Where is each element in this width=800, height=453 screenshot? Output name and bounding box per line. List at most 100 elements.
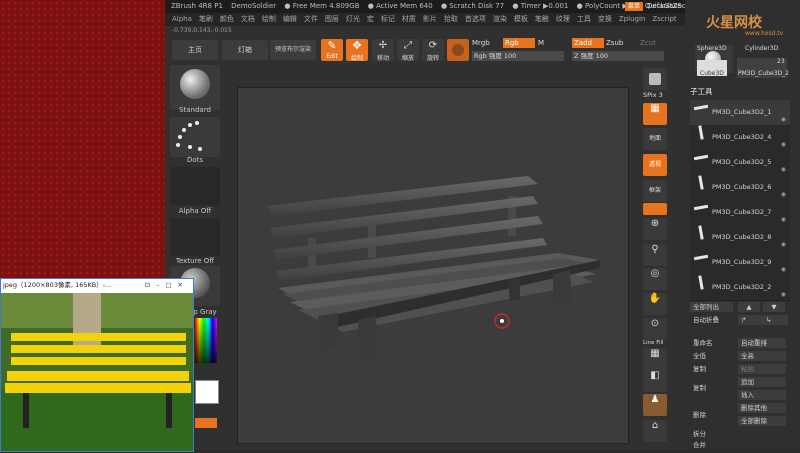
menu-item[interactable]: 模板 (514, 15, 528, 23)
z-intensity-slider[interactable]: Z 强度 100 (572, 51, 664, 61)
delete-all-button[interactable]: 全部删除 (738, 416, 786, 426)
xpose-button[interactable]: ⌂ (643, 420, 667, 442)
subtool-item[interactable]: PM3D_Cube3D2_9 ◉ (690, 250, 790, 276)
persp-button[interactable]: 透视 (643, 154, 667, 176)
transp-button[interactable]: ◧ (643, 370, 667, 392)
menu-item[interactable]: 颜色 (220, 15, 234, 23)
zoom-button[interactable]: ⚲ (643, 244, 667, 266)
image-viewer-window[interactable]: jpeg（1200×803像素, 165KB）-... ⊡–□✕ (0, 278, 194, 452)
rename-button[interactable]: 重命名 (690, 338, 738, 348)
scale-view-button[interactable]: ⊙ (643, 318, 667, 340)
auto-reorder-button[interactable]: 自动重排 (738, 338, 786, 348)
visibility-eye-icon[interactable]: ◉ (781, 141, 786, 148)
all-low-button[interactable]: 全低 (690, 351, 738, 361)
floor-button[interactable]: 地面 (643, 128, 667, 150)
delete-button[interactable]: 删除 (690, 410, 738, 420)
split-button[interactable]: 拆分 (690, 429, 738, 439)
visibility-eye-icon[interactable]: ◉ (781, 116, 786, 123)
move-button[interactable]: ✢ 移动 (372, 39, 394, 62)
texture-selector[interactable] (170, 218, 220, 256)
polyf-button[interactable]: ▦ (643, 348, 667, 370)
main-color-swatch[interactable] (195, 380, 219, 404)
append-button[interactable]: 追加 (738, 377, 786, 387)
preview-bpr-button[interactable]: 预览布尔渲染 (270, 40, 316, 60)
menu-item[interactable]: Alpha (172, 15, 192, 23)
menu-button[interactable]: 菜单 (625, 2, 643, 11)
edit-button[interactable]: ✎ Edit (321, 39, 343, 61)
material-swatch[interactable] (447, 39, 469, 61)
menu-item[interactable]: 纹理 (556, 15, 570, 23)
zcut-toggle[interactable]: Zcut (640, 39, 656, 47)
lightbox-button[interactable]: 灯箱 (222, 40, 268, 60)
subtool-item[interactable]: PM3D_Cube3D2_1 ◉ (690, 100, 790, 126)
mrgb-toggle[interactable]: Mrgb (472, 39, 490, 47)
menu-item[interactable]: Zscript (652, 15, 676, 23)
rotate-button[interactable]: ⟳ 旋转 (422, 39, 444, 62)
brush-selector[interactable] (170, 65, 220, 110)
subtool-item[interactable]: PM3D_Cube3D2_8 ◉ (690, 225, 790, 251)
menu-item[interactable]: 文件 (304, 15, 318, 23)
insert-button[interactable]: 插入 (738, 390, 786, 400)
menu-item[interactable]: 文档 (241, 15, 255, 23)
paste-button[interactable]: 粘贴 (738, 364, 786, 374)
menu-item[interactable]: 工具 (577, 15, 591, 23)
xyz-button[interactable]: ⊕ (643, 218, 667, 240)
menu-item[interactable]: 渲染 (493, 15, 507, 23)
solo-button[interactable]: ♟ (643, 394, 667, 416)
duplicate-button[interactable]: 复制 (690, 383, 738, 393)
menu-item[interactable]: 灯光 (346, 15, 360, 23)
subtool-item[interactable]: PM3D_Cube3D2_6 ◉ (690, 175, 790, 201)
menu-item[interactable]: 绘制 (262, 15, 276, 23)
viewer-fit-icon[interactable]: ⊡ (145, 281, 156, 289)
subtool-item[interactable]: PM3D_Cube3D2_5 ◉ (690, 150, 790, 176)
move-view-button[interactable]: ✋ (643, 293, 667, 315)
visibility-eye-icon[interactable]: ◉ (781, 291, 786, 298)
visibility-eye-icon[interactable]: ◉ (781, 216, 786, 223)
local-button[interactable] (643, 203, 667, 215)
scale-button[interactable]: ⤢ 缩放 (397, 39, 419, 62)
bpr-button[interactable]: ▦ (643, 103, 667, 125)
zsub-toggle[interactable]: Zsub (606, 39, 623, 47)
draw-button[interactable]: ✥ 绘制 (346, 39, 368, 62)
menu-item[interactable]: 宏 (367, 15, 374, 23)
visibility-eye-icon[interactable]: ◉ (781, 166, 786, 173)
viewer-close-icon[interactable]: ✕ (178, 281, 189, 289)
subtool-item[interactable]: PM3D_Cube3D2_2 ◉ (690, 275, 790, 301)
copy-button[interactable]: 复制 (690, 364, 738, 374)
menu-item[interactable]: Zplugin (619, 15, 645, 23)
move-up-button[interactable]: ▲ (738, 302, 760, 312)
spix-button[interactable] (643, 68, 667, 90)
auto-collapse-button[interactable]: 自动折叠 (690, 315, 733, 325)
menu-item[interactable]: 影片 (423, 15, 437, 23)
menu-item[interactable]: 笔触 (535, 15, 549, 23)
list-all-button[interactable]: 全部列出 (690, 302, 733, 312)
menu-item[interactable]: 笔刷 (199, 15, 213, 23)
merge-button[interactable]: 合并 (690, 440, 738, 450)
color-picker[interactable] (195, 318, 217, 363)
zadd-toggle[interactable]: Zadd (572, 38, 604, 48)
arrow-right-down-button[interactable]: ↳ (763, 315, 788, 325)
menu-item[interactable]: 变换 (598, 15, 612, 23)
visibility-eye-icon[interactable]: ◉ (781, 241, 786, 248)
switch-color-button[interactable] (195, 418, 217, 428)
home-button[interactable]: 主页 (172, 40, 218, 60)
viewer-minimize-icon[interactable]: – (156, 281, 165, 289)
visibility-eye-icon[interactable]: ◉ (781, 266, 786, 273)
frame-button[interactable]: 框架 (643, 180, 667, 202)
menu-item[interactable]: 首选项 (465, 15, 486, 23)
alpha-selector[interactable] (170, 167, 220, 205)
subtool-item[interactable]: PM3D_Cube3D2_7 ◉ (690, 200, 790, 226)
menu-item[interactable]: 材质 (402, 15, 416, 23)
menu-item[interactable]: 拾取 (444, 15, 458, 23)
arrow-right-up-button[interactable]: ↱ (738, 315, 763, 325)
delete-other-button[interactable]: 删除其他 (738, 403, 786, 413)
move-down-button[interactable]: ▼ (763, 302, 785, 312)
rgb-intensity-slider[interactable]: Rgb 强度 100 (472, 51, 564, 61)
menu-item[interactable]: 编辑 (283, 15, 297, 23)
menu-item[interactable]: 图层 (325, 15, 339, 23)
document-canvas[interactable] (237, 87, 629, 444)
rgb-toggle[interactable]: Rgb (503, 38, 535, 48)
frame-fit-button[interactable]: ◎ (643, 268, 667, 290)
all-high-button[interactable]: 全高 (738, 351, 786, 361)
visibility-eye-icon[interactable]: ◉ (781, 191, 786, 198)
